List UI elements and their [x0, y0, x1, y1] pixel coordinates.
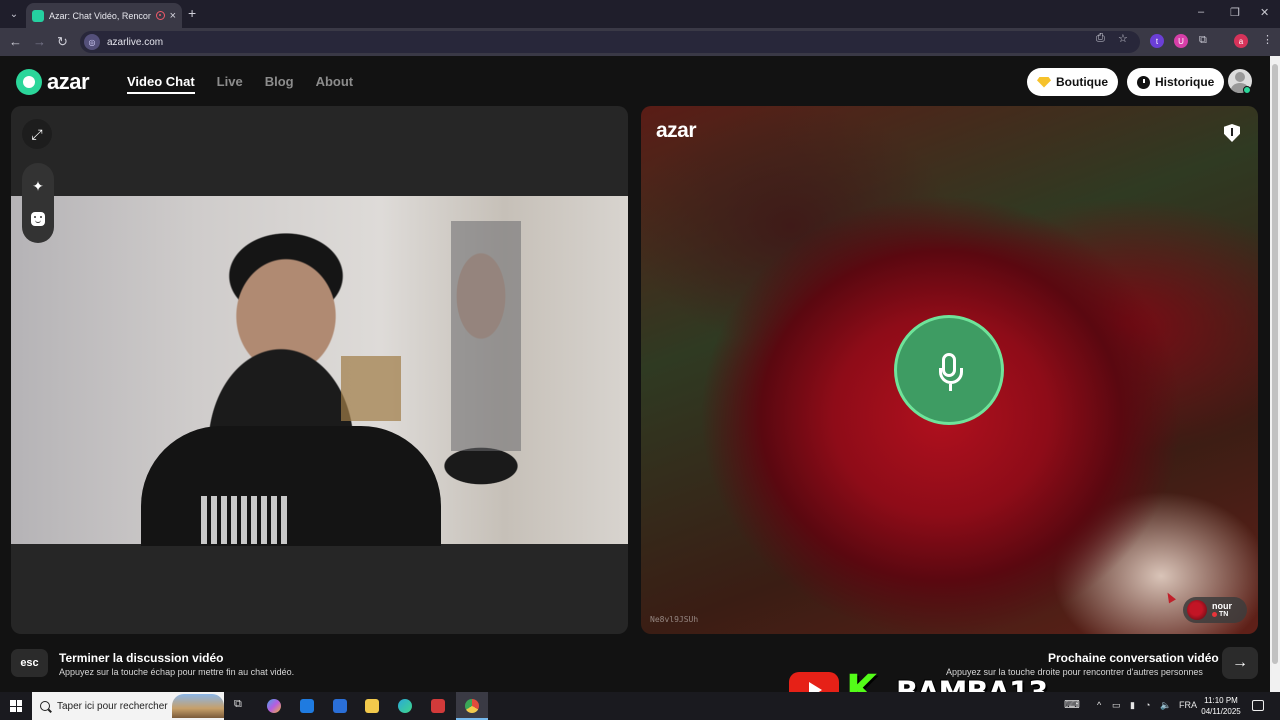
search-icon	[40, 701, 50, 711]
chrome-icon	[465, 699, 479, 713]
tab-close-button[interactable]: ×	[170, 10, 176, 22]
gem-icon	[1037, 76, 1051, 88]
nav-about[interactable]: About	[316, 74, 354, 94]
url-text: azarlive.com	[107, 36, 164, 48]
peer-azar-logo: azar	[656, 119, 697, 142]
esc-key-badge[interactable]: esc	[11, 649, 48, 677]
app-icon[interactable]	[431, 699, 445, 713]
nav-blog[interactable]: Blog	[265, 74, 294, 94]
peer-session-id: Ne8vl9JSUh	[650, 615, 699, 624]
self-camera-feed	[11, 196, 628, 546]
browser-tab-bar: ⌄ Azar: Chat Vidéo, Rencontre × + – ❐ ✕	[0, 0, 1280, 28]
peer-country: TN	[1212, 611, 1232, 618]
taskbar-search[interactable]: Taper ici pour rechercher	[32, 692, 224, 720]
azar-page: azar Video Chat Live Blog About Boutique…	[0, 56, 1270, 692]
nav-video-chat[interactable]: Video Chat	[127, 74, 195, 94]
install-app-icon[interactable]: ⎙	[1096, 32, 1105, 45]
browser-toolbar: ← → ↻ ◎ azarlive.com ⎙ ☆ t U ⧉ a ⋮	[0, 28, 1280, 56]
mail-icon[interactable]	[333, 699, 347, 713]
minimize-button[interactable]: –	[1198, 6, 1204, 18]
azar-logo-icon	[16, 69, 42, 95]
keyboard-icon[interactable]: ⌨	[1064, 698, 1080, 711]
clock-icon	[1137, 75, 1150, 89]
back-button[interactable]: ←	[9, 34, 22, 49]
camera-person-shirt	[141, 426, 441, 546]
chrome-taskbar-button[interactable]	[456, 692, 488, 720]
notification-icon[interactable]	[1252, 700, 1264, 711]
search-placeholder: Taper ici pour rechercher	[57, 700, 168, 712]
sparkle-icon[interactable]: ✦	[30, 178, 46, 194]
face-filter-icon[interactable]	[31, 212, 45, 226]
browser-tab[interactable]: Azar: Chat Vidéo, Rencontre ×	[26, 3, 182, 28]
store-icon[interactable]	[300, 699, 314, 713]
peer-avatar	[1187, 600, 1207, 620]
microphone-icon-stem	[949, 384, 952, 391]
forward-button[interactable]: →	[33, 34, 46, 49]
main-nav: Video Chat Live Blog About	[127, 74, 353, 94]
azar-logo[interactable]: azar	[16, 69, 90, 95]
microphone-tray-icon[interactable]: ▮	[1130, 700, 1135, 711]
peer-profile-chip[interactable]: nour TN	[1183, 597, 1247, 623]
azar-favicon-icon	[32, 9, 44, 22]
taskbar-clock[interactable]: 11:10 PM 04/11/2025	[1200, 695, 1242, 717]
reload-button[interactable]: ↻	[57, 34, 68, 50]
azar-logo-text: azar	[47, 69, 90, 94]
browser-menu-icon[interactable]: ⋮	[1262, 33, 1273, 46]
tunisia-flag-icon	[1212, 612, 1217, 617]
taskbar-date: 04/11/2025	[1201, 707, 1241, 716]
historique-label: Historique	[1155, 75, 1215, 89]
boutique-button[interactable]: Boutique	[1027, 68, 1118, 96]
edge-icon[interactable]	[398, 699, 412, 713]
site-info-icon[interactable]: ◎	[84, 34, 100, 50]
windows-start-icon[interactable]	[10, 700, 22, 712]
peer-country-code: TN	[1219, 611, 1229, 618]
page-scrollbar[interactable]	[1270, 56, 1280, 692]
peer-name: nour	[1212, 601, 1232, 611]
bookmark-star-icon[interactable]: ☆	[1118, 32, 1128, 45]
extension-u-icon[interactable]: U	[1174, 34, 1188, 48]
end-chat-title: Terminer la discussion vidéo	[59, 651, 224, 665]
peer-video-panel: azar Ne8vl9JSUh nour TN	[641, 106, 1258, 634]
next-chat-button[interactable]: →	[1222, 647, 1258, 679]
tab-search-icon[interactable]: ⌄	[6, 6, 22, 22]
new-tab-button[interactable]: +	[188, 5, 196, 21]
network-icon[interactable]: ▭	[1112, 700, 1121, 711]
next-chat-title: Prochaine conversation vidéo	[1048, 651, 1219, 665]
recording-icon	[155, 11, 165, 20]
search-highlight-image	[172, 694, 224, 718]
tab-title: Azar: Chat Vidéo, Rencontre	[49, 10, 151, 21]
extensions-puzzle-icon[interactable]: ⧉	[1199, 34, 1207, 47]
microphone-icon-stand	[939, 368, 963, 384]
effects-toolbar: ✦	[22, 163, 54, 243]
copilot-icon[interactable]	[267, 699, 281, 713]
volume-icon[interactable]: 🔈	[1160, 700, 1171, 711]
address-bar[interactable]: ◎ azarlive.com	[80, 31, 1140, 53]
boutique-label: Boutique	[1056, 75, 1108, 89]
extension-t-icon[interactable]: t	[1150, 34, 1164, 48]
wifi-icon[interactable]: ◔	[1145, 700, 1150, 710]
self-video-panel: ⤢ ✦	[11, 106, 628, 634]
taskbar-time: 11:10 PM	[1204, 696, 1238, 705]
task-view-icon[interactable]: ⧉	[234, 698, 242, 711]
camera-shirt-print	[201, 496, 291, 544]
expand-icon[interactable]: ⤢	[22, 119, 52, 149]
end-chat-subtitle: Appuyez sur la touche échap pour mettre …	[59, 667, 295, 677]
file-explorer-icon[interactable]	[365, 699, 379, 713]
online-status-dot	[1243, 86, 1251, 94]
windows-taskbar: Taper ici pour rechercher ⧉ ⌨ ^ ▭ ▮ ◔ 🔈 …	[0, 692, 1280, 720]
restore-button[interactable]: ❐	[1230, 6, 1240, 19]
show-hidden-icons[interactable]: ^	[1097, 700, 1101, 710]
close-window-button[interactable]: ✕	[1260, 6, 1269, 19]
historique-button[interactable]: Historique	[1127, 68, 1225, 96]
language-indicator[interactable]: FRA	[1179, 700, 1197, 710]
microphone-button[interactable]	[894, 315, 1004, 425]
profile-avatar-icon[interactable]: a	[1234, 34, 1248, 48]
report-shield-mark	[1231, 128, 1233, 136]
nav-live[interactable]: Live	[217, 74, 243, 94]
